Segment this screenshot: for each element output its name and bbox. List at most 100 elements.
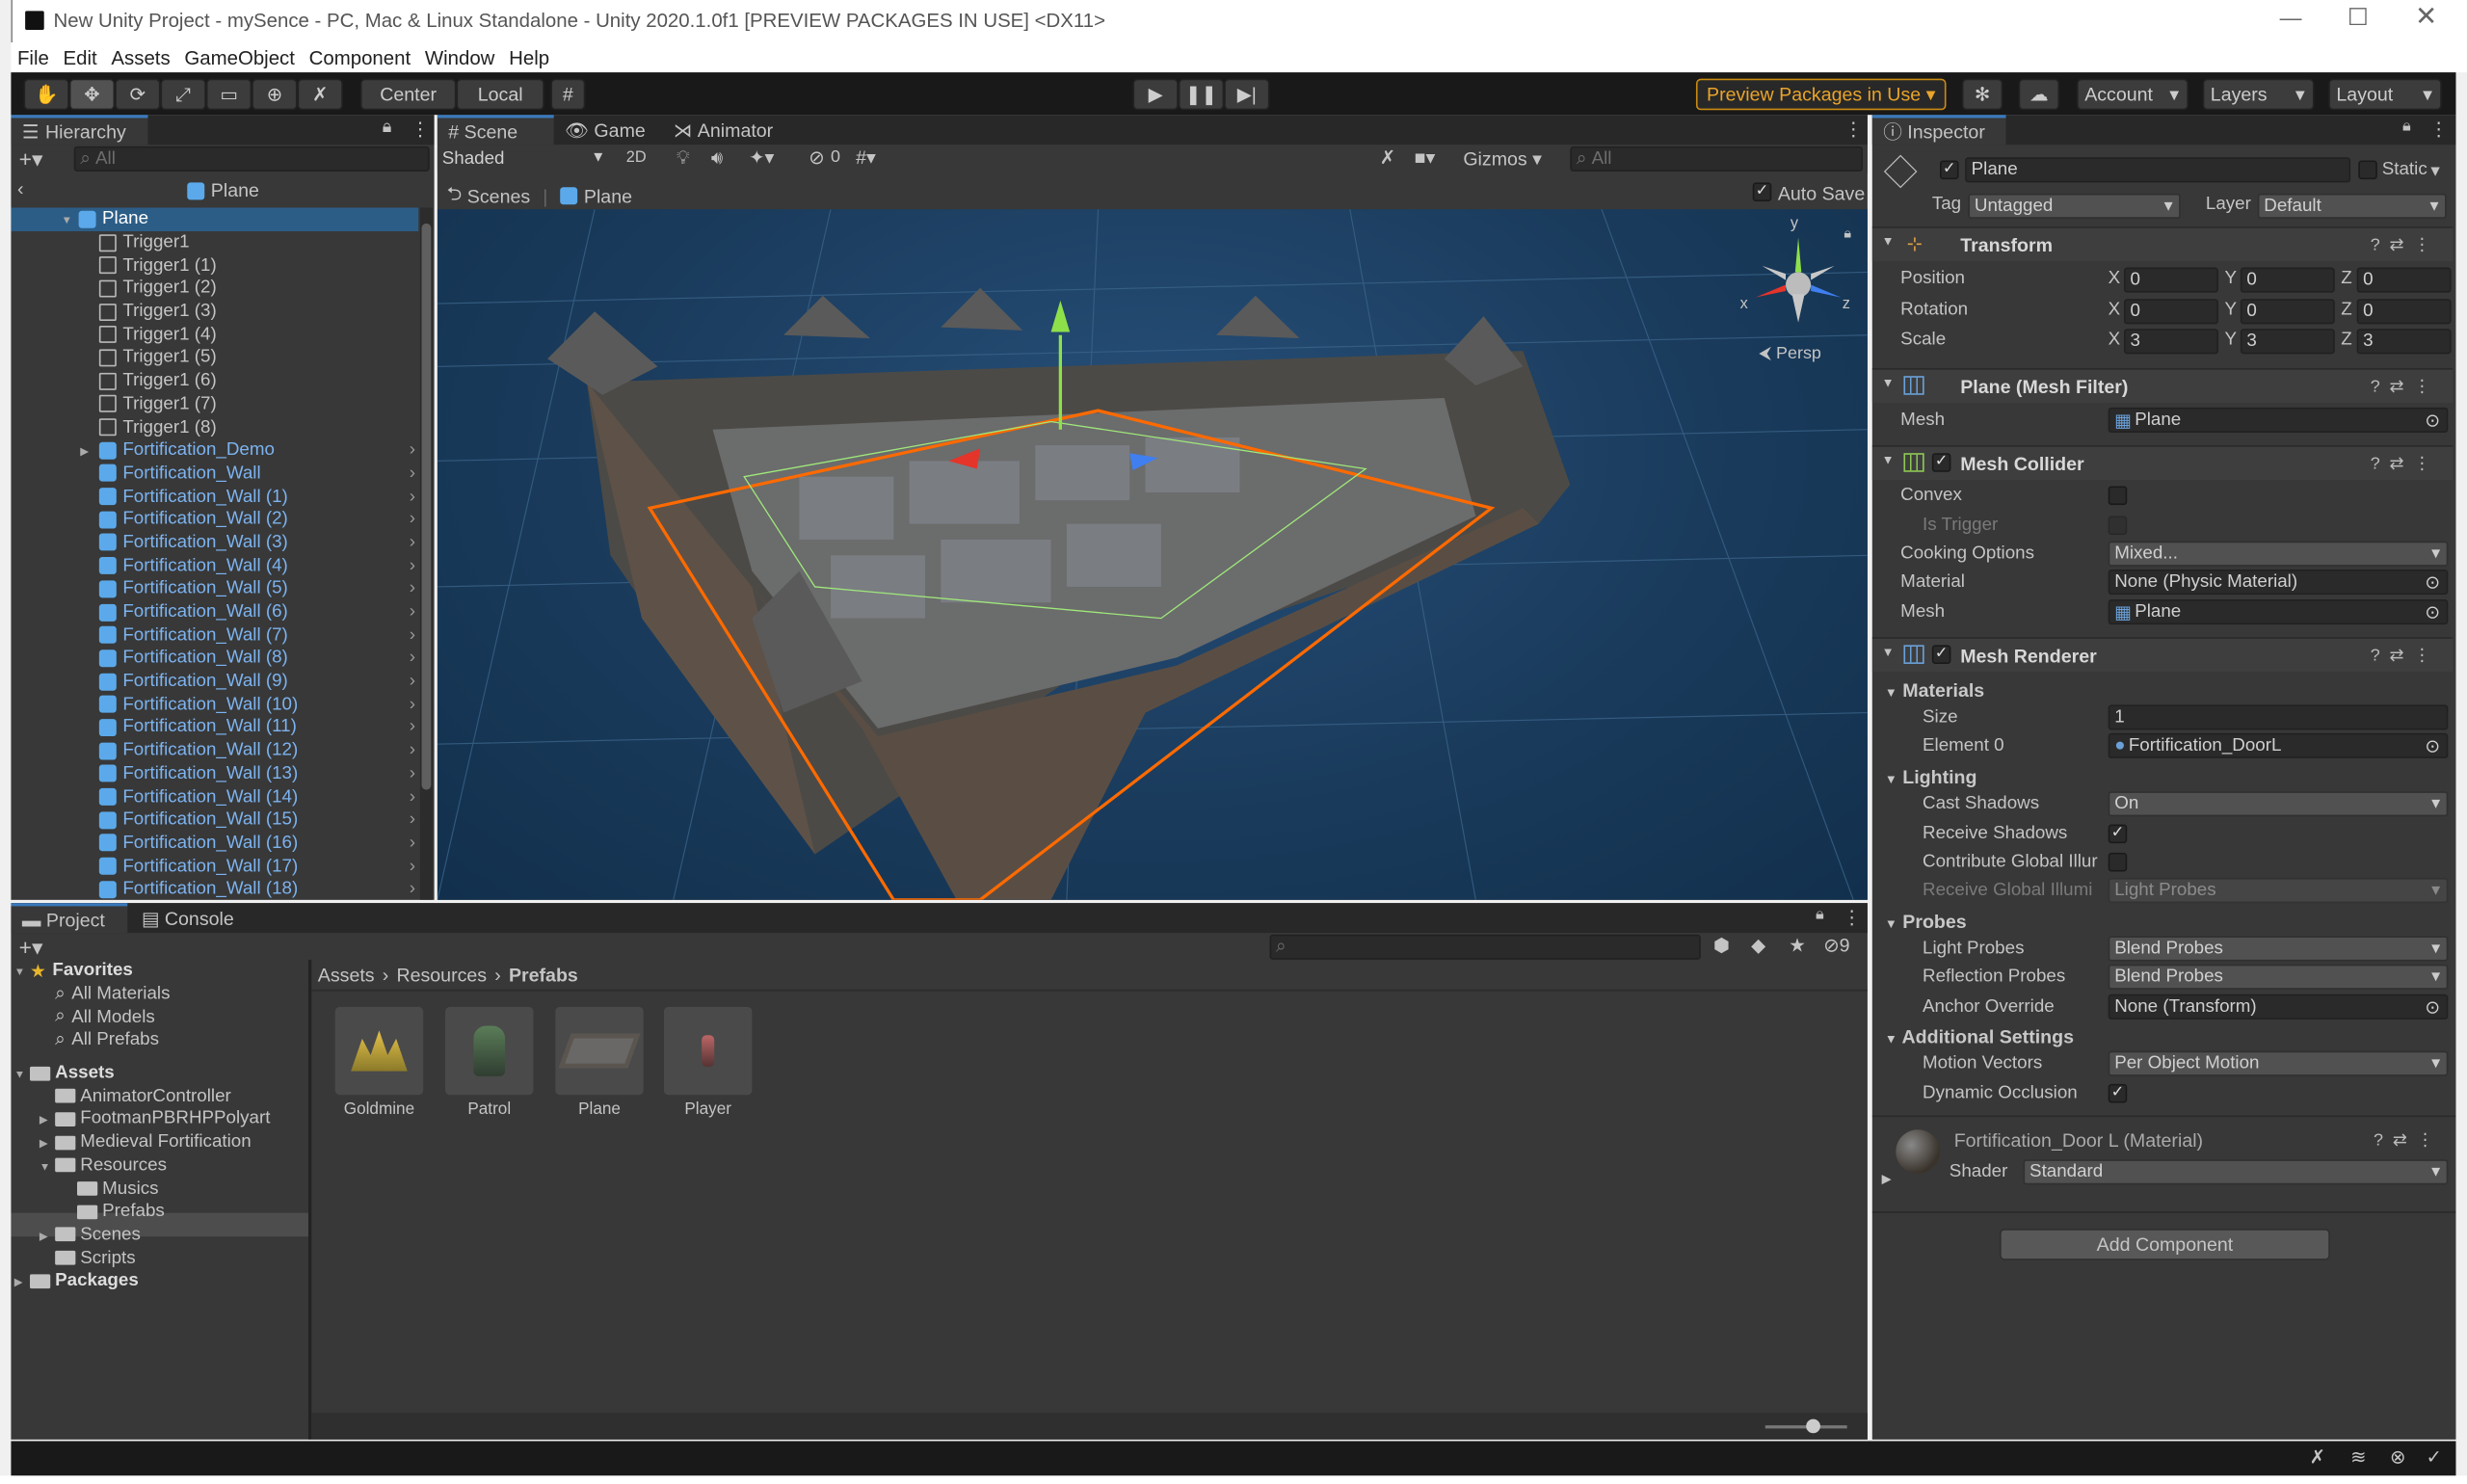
name-field[interactable]: Plane xyxy=(1965,157,2351,183)
tab-animator[interactable]: ⋊ Animator xyxy=(662,115,783,145)
transform-x-field[interactable]: 0 xyxy=(2124,298,2218,324)
material-menu-icons[interactable]: ?⇄⋮ xyxy=(2374,1129,2443,1151)
grid-snap-button[interactable]: # xyxy=(550,78,586,111)
orientation-gizmo[interactable]: y x z xyxy=(1740,216,1853,334)
scene-search-input[interactable]: ⌕ All xyxy=(1570,146,1863,172)
list-item[interactable]: Fortification_Wall › xyxy=(11,462,418,485)
list-item[interactable]: Trigger1 (5) xyxy=(11,346,418,369)
chevron-right-icon[interactable]: › xyxy=(410,464,415,483)
list-item[interactable]: Fortification_Wall (10) › xyxy=(11,693,418,716)
component-menu-icons[interactable]: ?⇄⋮ xyxy=(2371,234,2440,255)
tree-favorite-item[interactable]: ⌕ All Models xyxy=(11,1006,308,1029)
tree-packages[interactable]: Packages xyxy=(11,1269,308,1292)
create-button[interactable]: +▾ xyxy=(19,146,43,173)
component-menu-icons[interactable]: ?⇄⋮ xyxy=(2371,453,2440,474)
chevron-right-icon[interactable]: › xyxy=(410,764,415,783)
filter-type-icon[interactable]: ⬢ xyxy=(1713,935,1730,957)
chevron-right-icon[interactable]: › xyxy=(410,810,415,830)
list-item[interactable]: Trigger1 (2) xyxy=(11,277,418,300)
auto-generate-icon[interactable]: ⊗ xyxy=(2390,1445,2405,1468)
tree-folder[interactable]: AnimatorController xyxy=(11,1085,308,1108)
cooking-dropdown[interactable]: Mixed... xyxy=(2108,541,2449,567)
list-item[interactable]: Fortification_Wall (16) › xyxy=(11,832,418,855)
list-item[interactable]: Trigger1 xyxy=(11,230,418,253)
chevron-right-icon[interactable]: › xyxy=(410,625,415,645)
hierarchy-search-input[interactable]: ⌕ All xyxy=(73,146,430,172)
chevron-right-icon[interactable]: › xyxy=(410,579,415,598)
inspector-lock-icon[interactable]: 🔒︎ xyxy=(2402,118,2411,135)
chevron-right-icon[interactable]: › xyxy=(410,533,415,552)
list-item[interactable]: Trigger1 (7) xyxy=(11,392,418,415)
transform-header[interactable]: ▼ ⊹ Transform ?⇄⋮ xyxy=(1871,226,2454,262)
step-button[interactable]: ▶| xyxy=(1224,78,1270,111)
mesh-field[interactable]: ▦ Plane ⊙ xyxy=(2108,407,2449,433)
static-dropdown-icon[interactable]: ▾ xyxy=(2430,159,2439,181)
tree-folder[interactable]: Scenes xyxy=(11,1223,308,1246)
lighting-toggle-icon[interactable]: 💡︎ xyxy=(676,146,690,170)
chevron-right-icon[interactable]: › xyxy=(410,695,415,714)
element0-field[interactable]: ● Fortification_DoorL ⊙ xyxy=(2108,732,2449,758)
asset-thumb-patrol[interactable]: Patrol xyxy=(445,1006,534,1119)
grid-toggle-icon[interactable]: #▾ xyxy=(856,146,876,169)
list-item[interactable]: Trigger1 (1) xyxy=(11,253,418,277)
thumb-size-slider[interactable] xyxy=(1764,1418,1847,1434)
scrollbar[interactable] xyxy=(419,207,433,900)
list-item[interactable]: Trigger1 (4) xyxy=(11,323,418,346)
transform-y-field[interactable]: 3 xyxy=(2240,329,2335,355)
menu-window[interactable]: Window xyxy=(425,46,495,68)
asset-thumb-player[interactable]: Player xyxy=(663,1006,753,1119)
tree-favorites[interactable]: ★ Favorites xyxy=(11,960,308,983)
list-item[interactable]: Fortification_Wall (9) › xyxy=(11,670,418,693)
list-item[interactable]: Fortification_Wall (11) › xyxy=(11,716,418,739)
list-item[interactable]: Fortification_Wall (2) › xyxy=(11,508,418,531)
collider-enabled-checkbox[interactable]: ✓ xyxy=(1931,453,1951,472)
scale-tool-button[interactable]: ⤢ xyxy=(160,78,206,111)
active-checkbox[interactable]: ✓ xyxy=(1939,160,1959,180)
camera-icon[interactable]: ■▾ xyxy=(1415,146,1436,169)
list-item[interactable]: Fortification_Wall (17) › xyxy=(11,855,418,878)
shading-mode-dropdown[interactable]: Shaded xyxy=(437,146,609,172)
project-create-button[interactable]: +▾ xyxy=(19,935,43,962)
tab-hierarchy[interactable]: ☰ Hierarchy xyxy=(11,115,148,146)
chevron-right-icon[interactable]: › xyxy=(410,649,415,668)
menu-gameobject[interactable]: GameObject xyxy=(184,46,295,68)
component-menu-icons[interactable]: ?⇄⋮ xyxy=(2371,376,2440,397)
favorite-star-icon[interactable]: ★ xyxy=(1789,935,1806,957)
audio-toggle-icon[interactable]: 🔊︎ xyxy=(711,146,723,170)
list-item[interactable]: Fortification_Wall (3) › xyxy=(11,531,418,554)
crumb-assets[interactable]: Assets xyxy=(318,965,375,987)
close-icon[interactable]: ✕ xyxy=(2415,2,2437,34)
debug-icon[interactable]: ✗ xyxy=(2310,1445,2325,1468)
tab-project[interactable]: ▬ Project xyxy=(11,903,128,934)
chevron-right-icon[interactable]: › xyxy=(410,834,415,853)
materials-section[interactable]: ▼ Materials xyxy=(1885,679,1984,702)
play-button[interactable]: ▶ xyxy=(1132,78,1179,111)
collider-mesh-field[interactable]: ▦ Plane ⊙ xyxy=(2108,599,2449,625)
static-checkbox[interactable] xyxy=(2358,160,2377,180)
light-probes-dropdown[interactable]: Blend Probes xyxy=(2108,936,2449,962)
chevron-right-icon[interactable]: › xyxy=(410,672,415,691)
list-item[interactable]: Fortification_Wall (12) › xyxy=(11,739,418,762)
maximize-icon[interactable]: ☐ xyxy=(2348,3,2369,32)
transform-z-field[interactable]: 3 xyxy=(2356,329,2452,355)
size-field[interactable]: 1 xyxy=(2108,704,2449,730)
tree-folder[interactable]: Scripts xyxy=(11,1246,308,1269)
persp-label[interactable]: ⮜ Persp xyxy=(1759,345,1821,365)
reflection-probes-dropdown[interactable]: Blend Probes xyxy=(2108,964,2449,990)
list-item[interactable]: Fortification_Wall (15) › xyxy=(11,808,418,832)
2d-toggle[interactable]: 2D xyxy=(626,149,647,167)
tree-favorite-item[interactable]: ⌕ All Prefabs xyxy=(11,1029,308,1052)
scene-viewport[interactable]: y x z 🔒︎ ⮜ Persp xyxy=(437,209,1868,900)
scene-more-icon[interactable]: ⋮ xyxy=(1844,118,1863,140)
hand-tool-button[interactable]: ✋ xyxy=(23,78,69,111)
tree-assets[interactable]: Assets xyxy=(11,1062,308,1085)
list-item[interactable]: Fortification_Wall (18) › xyxy=(11,878,418,900)
menu-file[interactable]: File xyxy=(17,46,49,68)
meshfilter-header[interactable]: ▼ Plane (Mesh Filter) ?⇄⋮ xyxy=(1871,368,2454,403)
list-item[interactable]: Fortification_Wall (14) › xyxy=(11,785,418,808)
pause-button[interactable]: ❚❚ xyxy=(1178,78,1225,111)
progress-check-icon[interactable]: ✓ xyxy=(2426,1445,2441,1468)
tab-inspector[interactable]: ⓘ Inspector xyxy=(1871,115,2006,146)
tab-game[interactable]: 👁︎ Game xyxy=(554,115,657,145)
list-item-plane[interactable]: Plane xyxy=(11,208,418,231)
